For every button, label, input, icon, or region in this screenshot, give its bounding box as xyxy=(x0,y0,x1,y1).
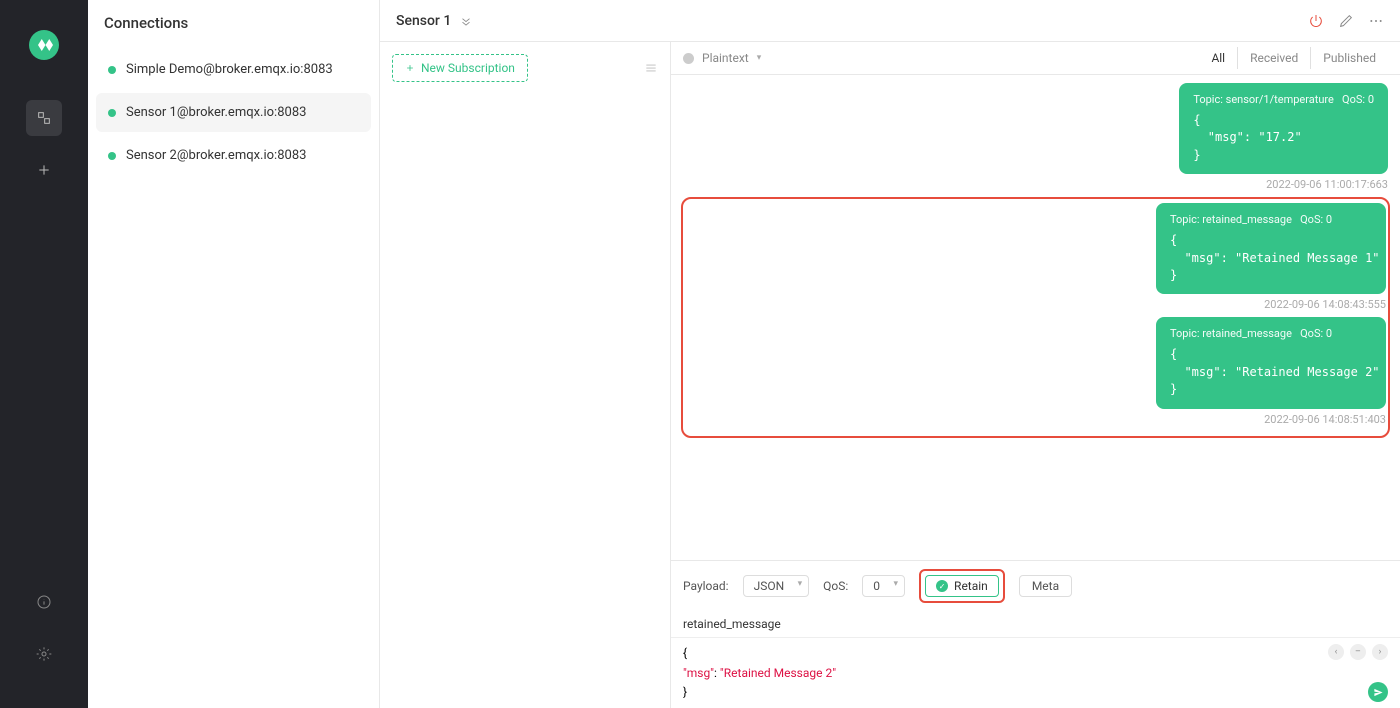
edit-button[interactable] xyxy=(1338,13,1354,29)
chevron-down-icon: ▾ xyxy=(757,53,762,63)
app-nav xyxy=(0,0,88,708)
tab-received[interactable]: Received xyxy=(1237,47,1310,69)
qos-label: QoS: xyxy=(823,579,848,593)
message-timestamp: 2022-09-06 11:00:17:663 xyxy=(1266,178,1388,191)
connection-label: Sensor 2@broker.emqx.io:8083 xyxy=(126,148,306,163)
logo-icon xyxy=(35,36,53,54)
format-select[interactable]: Plaintext ▾ xyxy=(683,51,761,65)
collapse-icon[interactable] xyxy=(459,14,473,28)
payload-editor[interactable]: { "msg": "Retained Message 2"} ‹ – › xyxy=(671,638,1400,708)
tab-published[interactable]: Published xyxy=(1310,47,1388,69)
retain-toggle[interactable]: ✓ Retain xyxy=(925,575,999,597)
connection-name: Sensor 1 xyxy=(396,13,451,29)
nav-info[interactable] xyxy=(26,584,62,620)
message-body: { "msg": "Retained Message 2" } xyxy=(1170,346,1372,398)
history-next-button[interactable]: › xyxy=(1372,644,1388,660)
message: Topic: retained_message QoS: 0 { "msg": "… xyxy=(685,317,1386,425)
new-subscription-button[interactable]: New Subscription xyxy=(392,54,528,82)
nav-settings[interactable] xyxy=(26,636,62,672)
check-icon: ✓ xyxy=(936,580,948,592)
qos-select[interactable]: 0 xyxy=(862,575,905,597)
send-button[interactable] xyxy=(1368,682,1388,702)
composer: Payload: JSON QoS: 0 ✓ Retain Meta retai… xyxy=(671,560,1400,708)
message-timestamp: 2022-09-06 14:08:51:403 xyxy=(1264,413,1386,426)
message-body: { "msg": "Retained Message 1" } xyxy=(1170,232,1372,284)
plus-icon xyxy=(36,162,52,178)
power-icon xyxy=(1308,13,1324,29)
status-dot xyxy=(108,152,116,160)
status-dot xyxy=(108,66,116,74)
tab-all[interactable]: All xyxy=(1199,47,1237,69)
new-subscription-label: New Subscription xyxy=(421,61,515,75)
message-list: Topic: sensor/1/temperature QoS: 0 { "msg… xyxy=(671,75,1400,560)
retain-label: Retain xyxy=(954,579,988,593)
history-prev-button[interactable]: ‹ xyxy=(1328,644,1344,660)
dots-icon xyxy=(1368,13,1384,29)
payload-body: { "msg": "Retained Message 2"} xyxy=(683,646,836,698)
messages-panel: Plaintext ▾ All Received Published Topic… xyxy=(671,42,1400,708)
payload-label: Payload: xyxy=(683,579,729,593)
status-dot xyxy=(108,109,116,117)
connections-panel: Connections Simple Demo@broker.emqx.io:8… xyxy=(88,0,380,708)
send-icon xyxy=(1373,687,1384,698)
connection-label: Simple Demo@broker.emqx.io:8083 xyxy=(126,62,333,77)
app-logo xyxy=(29,30,59,60)
subscription-list-toggle[interactable] xyxy=(644,61,658,75)
disconnect-button[interactable] xyxy=(1308,13,1324,29)
message-timestamp: 2022-09-06 14:08:43:555 xyxy=(1264,298,1386,311)
message-body: { "msg": "17.2" } xyxy=(1193,112,1374,164)
messages-toolbar: Plaintext ▾ All Received Published xyxy=(671,42,1400,75)
connection-label: Sensor 1@broker.emqx.io:8083 xyxy=(126,105,306,120)
message: Topic: sensor/1/temperature QoS: 0 { "msg… xyxy=(683,83,1388,191)
meta-button[interactable]: Meta xyxy=(1019,575,1072,597)
list-icon xyxy=(644,61,658,75)
payload-format-select[interactable]: JSON xyxy=(743,575,810,597)
nav-connections[interactable] xyxy=(26,100,62,136)
connection-list: Simple Demo@broker.emqx.io:8083 Sensor 1@… xyxy=(88,46,379,183)
retained-highlight: Topic: retained_message QoS: 0 { "msg": "… xyxy=(681,197,1390,437)
connection-item[interactable]: Simple Demo@broker.emqx.io:8083 xyxy=(96,50,371,89)
connections-icon xyxy=(36,110,52,126)
more-button[interactable] xyxy=(1368,13,1384,29)
nav-new[interactable] xyxy=(26,152,62,188)
retain-highlight: ✓ Retain xyxy=(919,569,1005,603)
message-meta: Topic: retained_message QoS: 0 xyxy=(1170,213,1372,226)
connection-item[interactable]: Sensor 1@broker.emqx.io:8083 xyxy=(96,93,371,132)
message: Topic: retained_message QoS: 0 { "msg": "… xyxy=(685,203,1386,311)
topic-input[interactable]: retained_message xyxy=(671,611,1400,638)
status-indicator xyxy=(683,53,694,64)
main-area: Sensor 1 New Subscription Plaintext xyxy=(380,0,1400,708)
message-meta: Topic: retained_message QoS: 0 xyxy=(1170,327,1372,340)
plus-icon xyxy=(405,63,415,73)
connection-title: Sensor 1 xyxy=(396,13,473,29)
subscriptions-panel: New Subscription xyxy=(380,42,671,708)
connection-item[interactable]: Sensor 2@broker.emqx.io:8083 xyxy=(96,136,371,175)
gear-icon xyxy=(36,646,52,662)
format-label: Plaintext xyxy=(702,51,749,65)
message-meta: Topic: sensor/1/temperature QoS: 0 xyxy=(1193,93,1374,106)
info-icon xyxy=(36,594,52,610)
connections-title: Connections xyxy=(88,0,379,46)
pencil-icon xyxy=(1338,13,1354,29)
titlebar: Sensor 1 xyxy=(380,0,1400,42)
history-dash-button[interactable]: – xyxy=(1350,644,1366,660)
